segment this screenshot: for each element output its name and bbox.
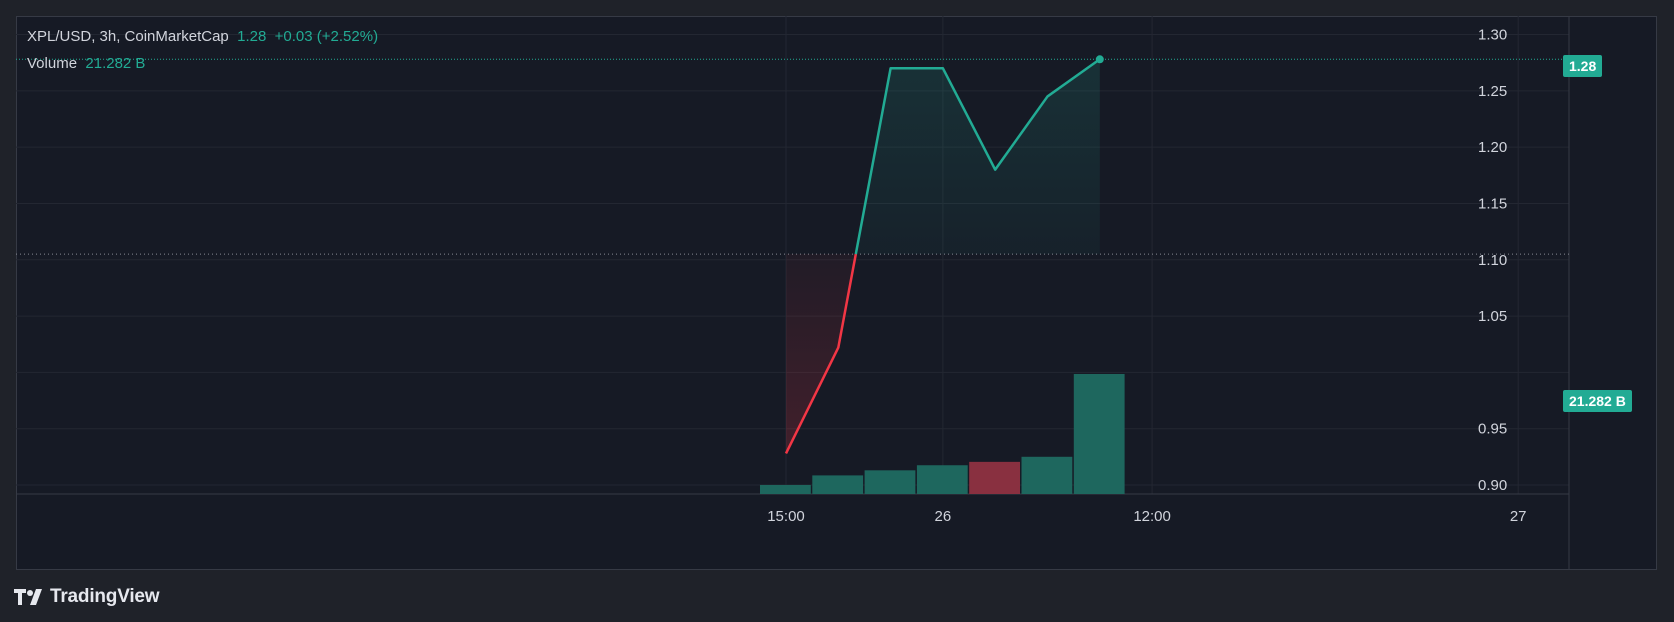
price-tick-label: 1.30 — [1478, 27, 1507, 44]
chart-canvas[interactable]: 1.30 1.25 1.20 1.15 1.10 1.05 0.95 0.90 15:00 26 1… — [16, 16, 1657, 570]
time-tick-label: 26 — [935, 508, 952, 525]
volume-bar — [760, 484, 811, 494]
price-tick-label: 0.95 — [1478, 421, 1507, 438]
price-tick-label: 1.05 — [1478, 308, 1507, 325]
legend-change: +0.03 (+2.52%) — [274, 28, 379, 45]
price-tick-label: 1.25 — [1478, 83, 1507, 100]
legend-volume-label: Volume — [27, 55, 78, 72]
last-price-point — [1095, 55, 1104, 64]
volume-bar — [916, 465, 968, 494]
axis-labels: 1.30 1.25 1.20 1.15 1.10 1.05 0.95 0.90 15:00 26 1… — [767, 27, 1526, 526]
price-tick-label: 1.10 — [1478, 252, 1507, 269]
last-volume-badge: 21.282 B — [1563, 390, 1632, 412]
time-tick-label: 15:00 — [767, 508, 805, 525]
volume-bar — [864, 470, 916, 494]
legend-last-price: 1.28 — [237, 28, 267, 45]
up-area — [855, 59, 1100, 255]
price-tick-label: 1.15 — [1478, 195, 1507, 212]
legend-main: XPL/USD, 3h, CoinMarketCap 1.28 +0.03 (+… — [27, 28, 378, 45]
tradingview-logo[interactable]: TradingView — [14, 586, 160, 608]
down-area — [786, 254, 856, 454]
price-tick-label: 1.20 — [1478, 139, 1507, 156]
time-tick-label: 27 — [1510, 508, 1527, 525]
volume-bar — [969, 461, 1020, 494]
volume-bar — [812, 475, 864, 494]
volume-bar — [1021, 456, 1073, 494]
volume-bar — [1073, 374, 1125, 494]
brand-name: TradingView — [50, 586, 160, 607]
legend-symbol: XPL/USD, 3h, CoinMarketCap — [27, 28, 229, 45]
legend-volume: Volume 21.282 B — [27, 55, 145, 72]
time-tick-label: 12:00 — [1133, 508, 1171, 525]
legend-volume-value: 21.282 B — [85, 55, 146, 72]
tradingview-icon — [14, 589, 42, 605]
last-price-badge: 1.28 — [1563, 55, 1603, 77]
price-tick-label: 0.90 — [1478, 477, 1507, 494]
